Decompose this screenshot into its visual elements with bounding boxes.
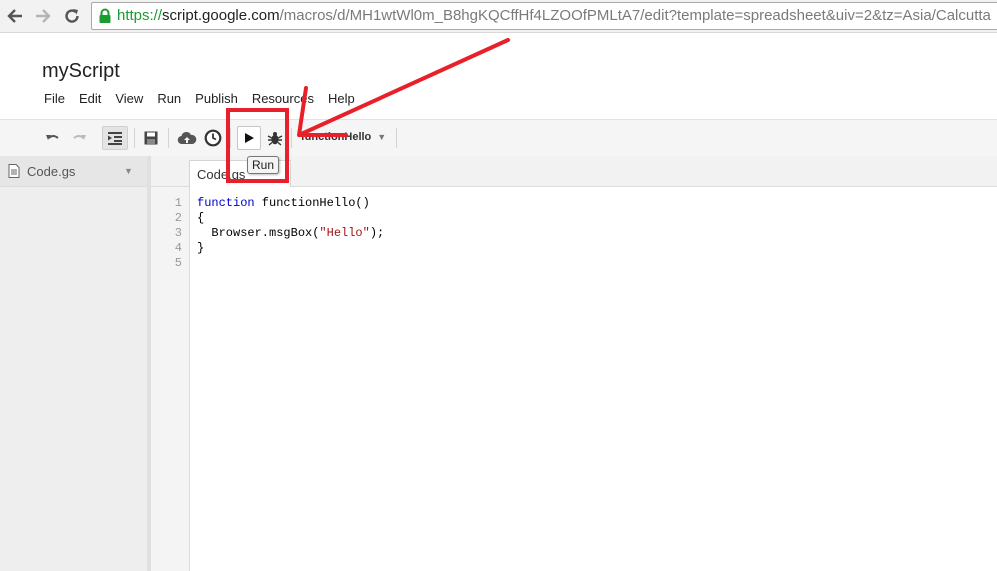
- line-number: 3: [174, 226, 182, 240]
- code-line: function functionHello(): [197, 196, 384, 211]
- code-line: Browser.msgBox("Hello");: [197, 226, 384, 241]
- editor-toolbar: functionHello ▼: [0, 119, 997, 157]
- cloud-icon: [177, 131, 197, 145]
- chevron-down-icon[interactable]: ▼: [124, 166, 133, 176]
- menu-edit[interactable]: Edit: [72, 90, 108, 107]
- line-number: 5: [174, 256, 182, 270]
- code-text: Browser.msgBox(: [197, 226, 320, 240]
- bug-icon: [267, 132, 283, 146]
- arrow-left-icon: [7, 9, 22, 23]
- function-selector-label: functionHello: [301, 131, 372, 143]
- url-text: https://script.google.com/macros/d/MH1wt…: [117, 7, 991, 24]
- debug-button[interactable]: [263, 126, 287, 150]
- save-button[interactable]: [139, 126, 163, 150]
- reload-icon: [65, 9, 79, 23]
- code-text: {: [197, 211, 205, 225]
- save-icon: [144, 131, 158, 145]
- file-icon: [8, 164, 20, 178]
- line-number: 4: [174, 241, 182, 255]
- indent-button[interactable]: [102, 126, 128, 150]
- code-string: "Hello": [319, 226, 370, 240]
- code-keyword: function: [197, 196, 255, 210]
- back-button[interactable]: [4, 5, 26, 27]
- function-selector[interactable]: functionHello ▼: [301, 131, 386, 143]
- reload-button[interactable]: [61, 5, 83, 27]
- triggers-button[interactable]: [201, 126, 225, 150]
- undo-button[interactable]: [41, 126, 65, 150]
- project-title[interactable]: myScript: [42, 60, 120, 83]
- run-tooltip: Run: [247, 156, 280, 174]
- menu-publish[interactable]: Publish: [188, 90, 245, 107]
- menu-resources[interactable]: Resources: [245, 90, 321, 107]
- code-text: }: [197, 241, 205, 255]
- indent-icon: [108, 132, 122, 145]
- run-button[interactable]: [237, 126, 261, 150]
- menu-help[interactable]: Help: [321, 90, 362, 107]
- redo-icon: [73, 135, 86, 140]
- code-line: }: [197, 241, 384, 256]
- line-number-gutter: 1 2 3 4 5: [151, 187, 190, 571]
- play-icon: [245, 133, 254, 143]
- clock-icon: [204, 129, 222, 147]
- line-number: 1: [174, 196, 182, 210]
- file-name: Code.gs: [27, 164, 76, 179]
- redo-button[interactable]: [67, 126, 91, 150]
- forward-button[interactable]: [32, 5, 54, 27]
- file-sidebar: Code.gs ▼: [0, 156, 147, 571]
- file-item-code-gs[interactable]: Code.gs ▼: [0, 156, 147, 187]
- browser-toolbar: https://script.google.com/macros/d/MH1wt…: [0, 0, 997, 33]
- undo-icon: [46, 135, 59, 140]
- lock-icon: [99, 8, 111, 23]
- address-bar[interactable]: https://script.google.com/macros/d/MH1wt…: [91, 2, 997, 30]
- menu-file[interactable]: File: [37, 90, 72, 107]
- menu-run[interactable]: Run: [150, 90, 188, 107]
- code-text: functionHello(): [254, 196, 370, 210]
- code-text: );: [369, 226, 385, 240]
- menu-bar: File Edit View Run Publish Resources Hel…: [37, 90, 362, 107]
- code-editor[interactable]: function functionHello() { Browser.msgBo…: [197, 196, 384, 271]
- code-line: {: [197, 211, 384, 226]
- tab-label: Code.gs: [197, 167, 246, 182]
- menu-view[interactable]: View: [108, 90, 150, 107]
- deploy-cloud-button[interactable]: [175, 126, 199, 150]
- arrow-right-icon: [36, 9, 51, 23]
- line-number: 2: [174, 211, 182, 225]
- chevron-down-icon: ▼: [377, 132, 387, 142]
